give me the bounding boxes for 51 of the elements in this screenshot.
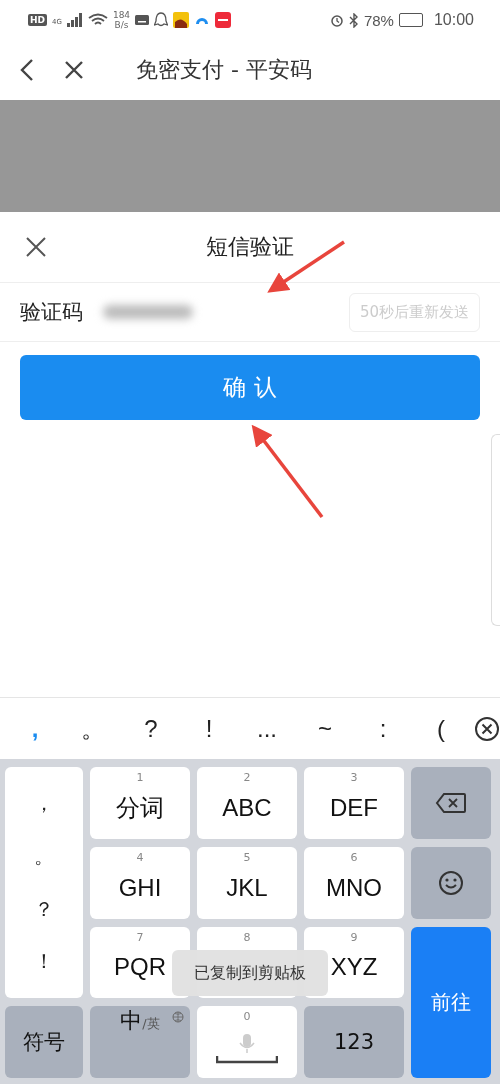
field-label: 验证码 [20, 299, 83, 326]
punctuation-key[interactable]: ！ [28, 947, 60, 977]
punctuation-key[interactable]: ？ [28, 894, 60, 924]
backspace-icon [435, 791, 467, 814]
candidate-key[interactable]: ~ [296, 714, 354, 743]
keypad-key[interactable]: 3 DEF [304, 767, 404, 839]
keypad-key[interactable]: 5 JKL [197, 846, 297, 919]
battery-icon [398, 13, 423, 27]
battery-percent: 78% [363, 11, 394, 29]
app-icon [173, 12, 190, 28]
speed-unit: B/s [114, 20, 129, 30]
app-icon [215, 12, 232, 28]
punctuation-key[interactable]: 。 [28, 841, 60, 871]
language-key[interactable]: 中/英 [90, 1006, 190, 1078]
keypad-key[interactable]: 2 ABC [197, 767, 297, 839]
alarm-icon [329, 13, 344, 27]
network-speed: 184 [112, 10, 131, 20]
space-key[interactable]: 0 [197, 1006, 297, 1078]
keyboard-icon [135, 15, 150, 25]
close-icon[interactable] [474, 715, 500, 742]
hd-badge: HD [28, 14, 47, 26]
close-icon[interactable] [64, 60, 84, 80]
keypad-key[interactable]: 6 MNO [304, 846, 404, 919]
microphone-icon [239, 1034, 255, 1055]
wifi-icon [87, 13, 108, 27]
page-title: 免密支付 - 平安码 [136, 56, 312, 84]
candidate-key[interactable]: ! [180, 714, 238, 743]
go-key[interactable]: 前往 [411, 926, 491, 1078]
function-key[interactable]: 123 [304, 1006, 404, 1078]
clock-time: 10:00 [433, 11, 474, 29]
candidate-key[interactable]: 。 [64, 712, 122, 745]
penguin-icon [154, 12, 169, 28]
candidate-key[interactable]: : [354, 714, 412, 743]
back-icon[interactable] [20, 58, 34, 82]
keypad-key[interactable]: 4 GHI [90, 846, 190, 919]
function-key[interactable]: 符号 [5, 1006, 83, 1078]
backspace-key[interactable] [411, 767, 491, 839]
emoji-key[interactable] [411, 846, 491, 919]
candidate-key[interactable]: ... [238, 714, 296, 743]
globe-icon [172, 1011, 184, 1024]
bluetooth-icon [348, 12, 359, 28]
close-icon[interactable] [25, 236, 47, 258]
clipboard-toast: 已复制到剪贴板 [172, 950, 328, 996]
punctuation-key[interactable]: ， [28, 788, 60, 818]
signal-icon [66, 13, 83, 27]
smiley-icon [438, 869, 464, 896]
dialog-title: 短信验证 [206, 233, 294, 261]
candidate-key[interactable]: ? [122, 714, 180, 743]
candidate-key[interactable]: ( [412, 714, 470, 743]
keypad-key[interactable]: 1 分词 [90, 767, 190, 839]
space-bar-icon [216, 1056, 278, 1065]
